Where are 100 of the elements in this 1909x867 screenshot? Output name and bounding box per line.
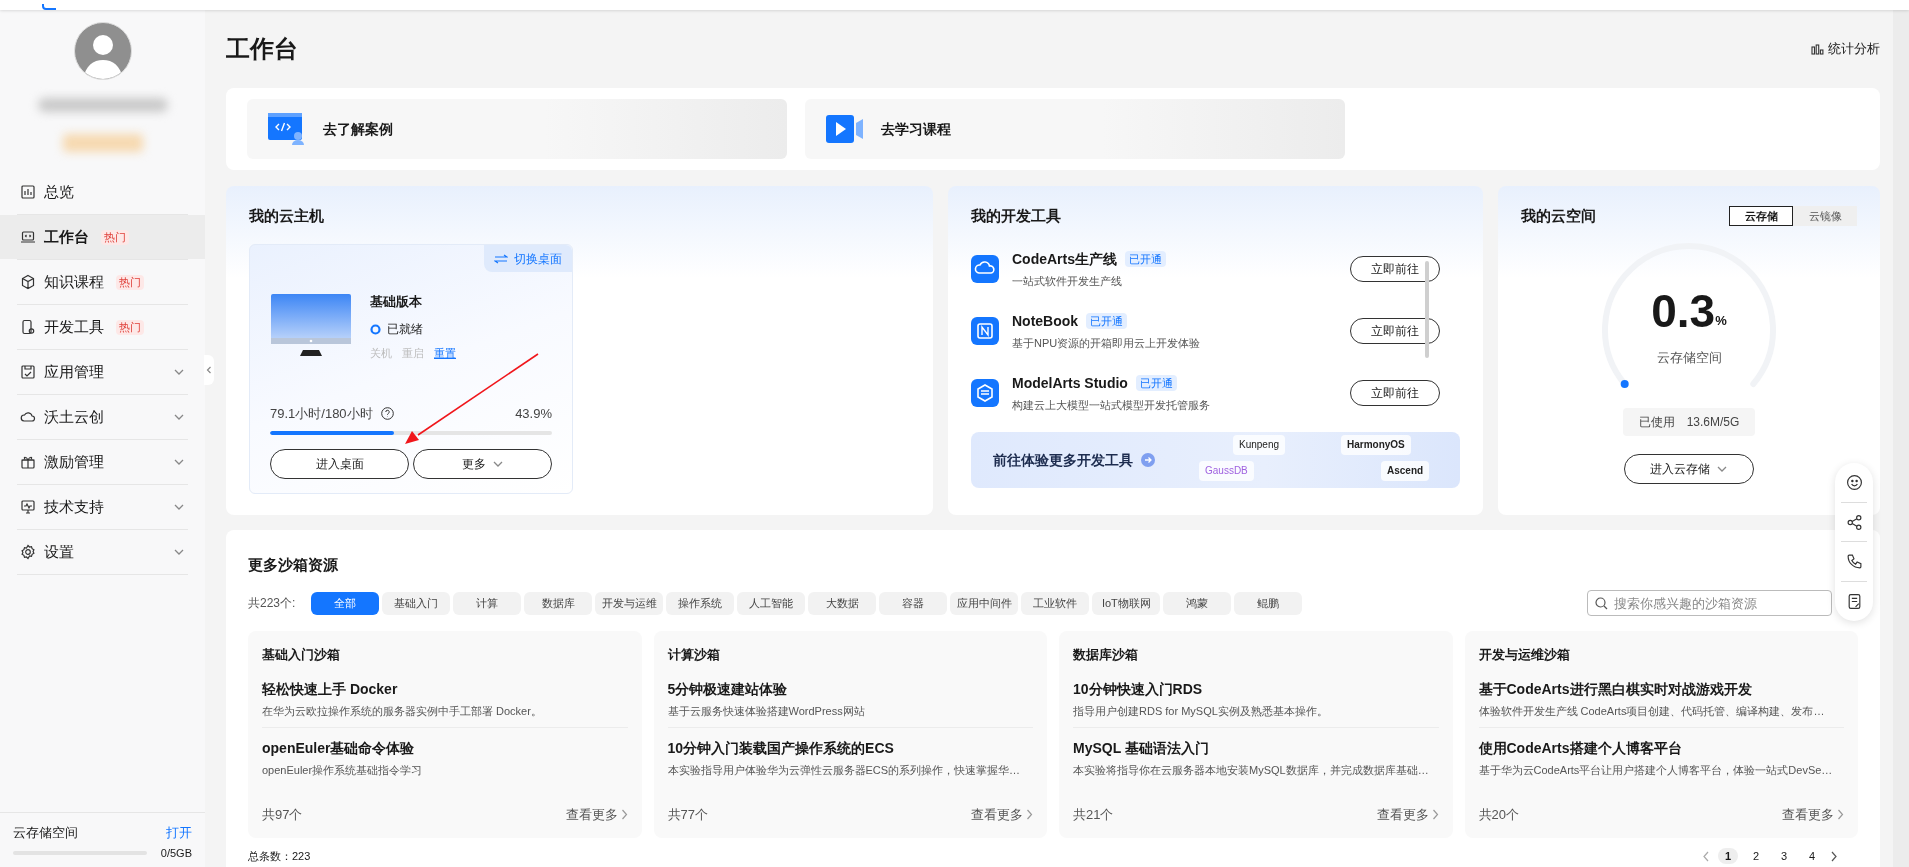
edition-label: 基础版本 <box>370 293 423 311</box>
item-count: 共20个 <box>1478 805 1519 824</box>
go-button[interactable]: 立即前往 <box>1350 256 1440 282</box>
sandbox-item[interactable]: 使用CodeArts搭建个人博客平台 基于华为云CodeArts平台让用户搭建个人博客平台，体验一站式DevSe… <box>1478 738 1844 787</box>
partner-logo: HarmonyOS <box>1341 435 1411 455</box>
sandbox-item[interactable]: 10分钟入门装载国产操作系统的ECS 本实验指导用户体验华为云弹性云服务器ECS的系列操作，快速掌握华… <box>667 738 1033 787</box>
filter-chip[interactable]: 全部 <box>311 591 380 615</box>
tool-description: 构建云上大模型一站式模型开发托管服务 <box>1012 397 1210 413</box>
settings-icon <box>20 544 36 560</box>
sandbox-item[interactable]: 10分钟快速入门RDS 指导用户创建RDS for MySQL实例及熟悉基本操作。 <box>1073 678 1439 728</box>
enabled-badge: 已开通 <box>1086 313 1128 330</box>
tool-description: 一站式软件开发生产线 <box>1012 273 1123 289</box>
filter-chip[interactable]: IoT物联网 <box>1092 591 1161 615</box>
sidebar-item[interactable]: 开发工具 热门 <box>0 305 205 349</box>
help-icon <box>380 406 394 420</box>
sandbox-item[interactable]: 基于CodeArts进行黑白棋实时对战游戏开发 体验软件开发生产线 CodeArts项目创建、代码托管、编译构建、发布… <box>1478 678 1844 728</box>
monitor-icon <box>270 293 352 357</box>
desktop-button[interactable]: 进入桌面 <box>270 449 409 479</box>
usage-unit: % <box>1715 312 1727 330</box>
cube-icon <box>20 274 36 290</box>
gift-icon <box>20 454 36 470</box>
tool-description: 基于NPU资源的开箱即用云上开发体验 <box>1012 335 1201 351</box>
filter-chip[interactable]: 工业软件 <box>1021 591 1090 615</box>
cloud-icon <box>20 409 36 425</box>
filter-chip[interactable]: 基础入门 <box>382 591 451 615</box>
partner-logo: Ascend <box>1381 461 1430 481</box>
hot-badge: 热门 <box>116 319 144 335</box>
sandbox-item[interactable]: 轻松快速上手 Docker 在华为云欧拉操作系统的服务器实例中手工部署 Docker。 <box>262 678 628 728</box>
tool-icon <box>971 317 999 345</box>
tool-icon <box>971 255 999 283</box>
bar-chart-icon <box>1811 43 1824 55</box>
sidebar-item[interactable]: 设置 <box>0 530 205 574</box>
item-count: 共21个 <box>1073 805 1114 824</box>
phone-icon[interactable] <box>1845 553 1863 571</box>
storage-tab[interactable]: 云存储 <box>1729 206 1793 226</box>
hot-badge: 热门 <box>116 274 144 290</box>
next-page-icon[interactable] <box>1830 850 1838 862</box>
page-button[interactable]: 3 <box>1774 848 1794 864</box>
filter-chip[interactable]: 数据库 <box>524 591 593 615</box>
view-more-link[interactable]: 查看更多 <box>1376 804 1439 824</box>
card-title: 我的开发工具 <box>971 206 1062 226</box>
action-link[interactable]: 重置 <box>434 345 456 362</box>
smiley-icon[interactable] <box>1845 474 1863 492</box>
page-button[interactable]: 1 <box>1718 848 1738 864</box>
page-button[interactable]: 2 <box>1746 848 1766 864</box>
go-button[interactable]: 立即前往 <box>1350 318 1440 344</box>
go-button[interactable]: 立即前往 <box>1350 380 1440 406</box>
filter-chip[interactable]: 鲲鹏 <box>1234 591 1303 615</box>
search-field[interactable]: 搜索你感兴趣的沙箱资源 <box>1587 590 1832 616</box>
sidebar-item[interactable]: 工作台 热门 <box>0 215 205 259</box>
gauge-caption: 云存储空间 <box>1655 349 1723 367</box>
laptop-icon <box>20 229 36 245</box>
filter-chip[interactable]: 计算 <box>453 591 522 615</box>
sandbox-item[interactable]: MySQL 基础语法入门 本实验将指导你在云服务器本地安装MySQL数据库，并完成数据库基础… <box>1073 738 1439 787</box>
chevron-right-icon <box>620 808 628 820</box>
hot-badge: 热门 <box>101 229 129 245</box>
more-tools-banner[interactable]: 前往体验更多开发工具 Kunpeng HarmonyOS GaussDB Ascend <box>971 432 1460 488</box>
desktop-button[interactable]: 更多 <box>413 449 552 479</box>
sidebar-item[interactable]: 激励管理 <box>0 440 205 484</box>
share-icon[interactable] <box>1845 513 1863 531</box>
view-more-link[interactable]: 查看更多 <box>565 804 628 824</box>
stats-link[interactable]: 统计分析 <box>1811 39 1880 59</box>
storage-tab[interactable]: 云镜像 <box>1793 206 1857 226</box>
filter-chip[interactable]: 容器 <box>879 591 948 615</box>
filter-chip[interactable]: 操作系统 <box>666 591 735 615</box>
monitor-pulse-icon <box>20 499 36 515</box>
filter-chip[interactable]: 人工智能 <box>737 591 806 615</box>
tool-name: CodeArts生产线 <box>1012 249 1117 269</box>
page-button[interactable]: 4 <box>1802 848 1822 864</box>
sidebar-item[interactable]: 知识课程 热门 <box>0 260 205 304</box>
sandbox-item[interactable]: openEuler基础命令体验 openEuler操作系统基础指令学习 <box>262 738 628 787</box>
avatar-icon <box>73 22 132 80</box>
switch-desktop-button[interactable]: 切换桌面 <box>484 245 572 272</box>
quick-link-card[interactable]: 去学习课程 <box>805 99 1345 159</box>
usage-text: 79.1小时/180小时 <box>270 404 373 423</box>
arrow-right-circle-icon <box>1141 453 1155 467</box>
sidebar-item[interactable]: 应用管理 <box>0 350 205 394</box>
enter-storage-button[interactable]: 进入云存储 <box>1624 454 1754 484</box>
section-title: 更多沙箱资源 <box>248 555 338 575</box>
tool-icon <box>971 379 999 407</box>
sandbox-item[interactable]: 5分钟极速建站体验 基于云服务快速体验搭建WordPress网站 <box>667 678 1033 728</box>
bar-chart-icon <box>20 184 36 200</box>
sidebar-item[interactable]: 总览 <box>0 170 205 214</box>
view-more-link[interactable]: 查看更多 <box>971 804 1033 824</box>
used-value: 13.6M/5G <box>1686 414 1740 431</box>
collapse-handle[interactable] <box>204 355 214 385</box>
card-title: 计算沙箱 <box>667 646 721 664</box>
quick-link-card[interactable]: 去了解案例 <box>247 99 787 159</box>
open-link[interactable]: 打开 <box>166 823 192 843</box>
filter-chip[interactable]: 鸿蒙 <box>1163 591 1232 615</box>
total-text: 总条数：223 <box>248 848 311 864</box>
filter-chip[interactable]: 大数据 <box>808 591 877 615</box>
logo-icon <box>42 4 58 10</box>
filter-chip[interactable]: 开发与运维 <box>595 591 664 615</box>
card-title: 数据库沙箱 <box>1073 646 1139 664</box>
sidebar-item[interactable]: 沃土云创 <box>0 395 205 439</box>
sidebar-item[interactable]: 技术支持 <box>0 485 205 529</box>
view-more-link[interactable]: 查看更多 <box>1782 804 1844 824</box>
search-icon <box>1595 597 1608 610</box>
filter-chip[interactable]: 应用中间件 <box>950 591 1019 615</box>
